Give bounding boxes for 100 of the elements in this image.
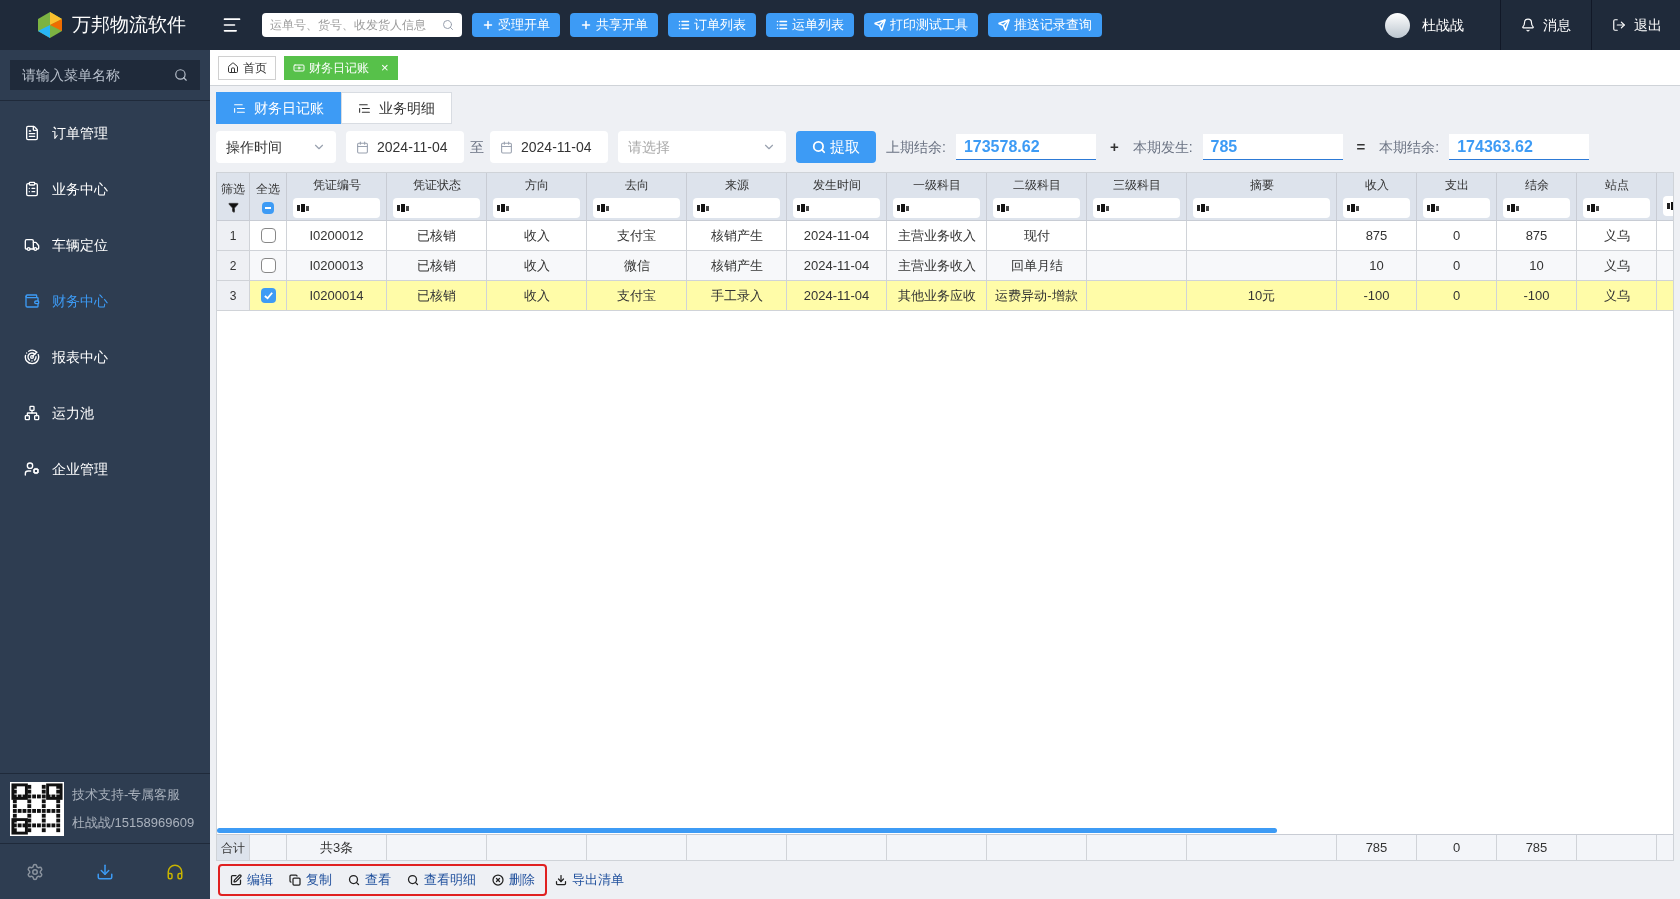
download-icon	[555, 874, 567, 886]
column-header: 凭证编号	[312, 176, 361, 194]
export-button[interactable]: 导出清单	[555, 870, 624, 890]
sidebar-item[interactable]: 业务中心	[0, 161, 210, 217]
time-type-select[interactable]: 操作时间	[216, 131, 336, 163]
row-number: 1	[229, 227, 237, 245]
table-cell-text: 875	[1365, 226, 1388, 245]
send-icon	[998, 19, 1010, 31]
select-all-checkbox[interactable]	[262, 201, 274, 214]
table-row[interactable]: 1 I0200012 已核销 收入 支付宝 核销产生 2024-11-04 主营业务收入 现付 875 0 875 义乌	[217, 221, 1673, 251]
equals-sign: =	[1356, 136, 1366, 157]
search-field[interactable]: 运单号、货号、收发货人信息	[262, 13, 462, 37]
action-button[interactable]: 查看明细	[407, 870, 476, 890]
logout-icon	[1612, 18, 1626, 32]
edit-icon	[230, 874, 242, 886]
support-text: 杜战战/15158969609	[72, 813, 195, 832]
sidebar-item[interactable]: 车辆定位	[0, 217, 210, 273]
headset-icon[interactable]	[166, 862, 184, 881]
filter-icon[interactable]	[227, 202, 239, 213]
list-icon	[776, 19, 788, 31]
sub-tab[interactable]: 业务明细	[341, 92, 452, 124]
action-button[interactable]: 查看	[348, 870, 391, 890]
menu-search-field[interactable]: 请输入菜单名称	[10, 60, 200, 90]
avatar	[1385, 12, 1410, 38]
abc-icon	[797, 203, 809, 212]
column-filter-field[interactable]	[1583, 197, 1650, 218]
table-row[interactable]: 2 I0200013 已核销 收入 微信 核销产生 2024-11-04 主营业务收入 回单月结 10 0 10 义乌	[217, 251, 1673, 281]
row-checkbox[interactable]	[260, 258, 276, 273]
row-number: 3	[229, 287, 237, 305]
table-cell-text: 收入	[523, 256, 550, 275]
column-header: 摘要	[1249, 176, 1274, 194]
column-filter-field[interactable]	[493, 197, 580, 218]
sidebar-item[interactable]: 订单管理	[0, 105, 210, 161]
date-field[interactable]: 2024-11-04	[490, 131, 608, 163]
row-checkbox[interactable]	[260, 228, 276, 243]
page-tab[interactable]: 首页	[218, 55, 276, 80]
plus-icon	[482, 19, 494, 31]
action-button[interactable]: 删除	[492, 870, 535, 890]
abc-icon	[1427, 203, 1439, 212]
column-filter-field[interactable]	[993, 197, 1080, 218]
user-name[interactable]: 杜战战	[1422, 14, 1464, 36]
column-header: 方向	[524, 176, 549, 194]
table-cell-text: 义乌	[1603, 226, 1630, 245]
column-filter-field[interactable]	[1503, 197, 1570, 218]
abc-icon	[497, 203, 509, 212]
column-filter-field[interactable]	[793, 197, 880, 218]
abc-icon	[297, 203, 309, 212]
clipboard-icon	[24, 181, 40, 197]
column-filter-field[interactable]	[1423, 197, 1490, 218]
messages-button[interactable]: 消息	[1500, 0, 1591, 50]
column-header: 三级科目	[1112, 176, 1161, 194]
summary-count: 共3条	[319, 838, 354, 857]
settings-icon[interactable]	[26, 862, 44, 881]
table-cell-text: 主营业务收入	[897, 226, 976, 245]
document-icon	[24, 125, 40, 141]
search-icon	[812, 140, 826, 154]
action-button[interactable]: 复制	[289, 870, 332, 890]
table-cell-text: 收入	[523, 286, 550, 305]
sidebar-item[interactable]: 报表中心	[0, 329, 210, 385]
list-icon	[678, 19, 690, 31]
action-button[interactable]: 编辑	[230, 870, 273, 890]
abc-icon	[897, 203, 909, 212]
sidebar-item[interactable]: 运力池	[0, 385, 210, 441]
logout-button[interactable]: 退出	[1591, 0, 1680, 50]
abc-icon	[1507, 203, 1519, 212]
sidebar-item[interactable]: 企业管理	[0, 441, 210, 497]
row-checkbox[interactable]	[260, 288, 276, 303]
download-icon[interactable]	[96, 862, 114, 881]
column-filter-field[interactable]	[893, 197, 980, 218]
support-text: 技术支持-专属客服	[72, 786, 182, 804]
column-header: 支出	[1444, 176, 1469, 194]
table-row[interactable]: 3 I0200014 已核销 收入 支付宝 手工录入 2024-11-04 其他业务应收 运费异动-增款 10元 -100 0 -100 义乌	[217, 281, 1673, 311]
network-icon	[24, 405, 40, 421]
column-header: 来源	[724, 176, 749, 194]
list-icon	[358, 101, 371, 115]
column-filter-field[interactable]	[1193, 197, 1330, 218]
radar-icon	[24, 349, 40, 365]
plus-icon	[580, 19, 592, 31]
horizontal-scrollbar[interactable]	[217, 828, 1277, 833]
column-filter-field[interactable]	[693, 197, 780, 218]
column-filter-field[interactable]	[293, 197, 380, 218]
abc-icon	[1587, 203, 1599, 212]
range-separator: 至	[470, 137, 484, 157]
column-filter-field[interactable]	[1343, 197, 1410, 218]
balance-label: 上期结余:	[886, 137, 946, 157]
date-field[interactable]: 2024-11-04	[346, 131, 464, 163]
balance-label: 本期发生:	[1132, 137, 1193, 157]
abc-icon	[1097, 203, 1109, 212]
abc-icon	[1197, 203, 1209, 212]
column-filter-field[interactable]	[393, 197, 480, 218]
column-filter-field[interactable]	[593, 197, 680, 218]
table-cell-text: 已核销	[417, 286, 456, 305]
menu-icon[interactable]	[222, 15, 242, 35]
table-cell-text: 0	[1452, 256, 1461, 275]
sidebar-item[interactable]: 财务中心	[0, 273, 210, 329]
table-cell-text: 核销产生	[710, 256, 763, 275]
search-icon[interactable]	[174, 68, 188, 82]
calendar-icon	[500, 140, 513, 154]
summary-cell-text: 785	[1525, 838, 1548, 857]
column-filter-field[interactable]	[1093, 197, 1180, 218]
